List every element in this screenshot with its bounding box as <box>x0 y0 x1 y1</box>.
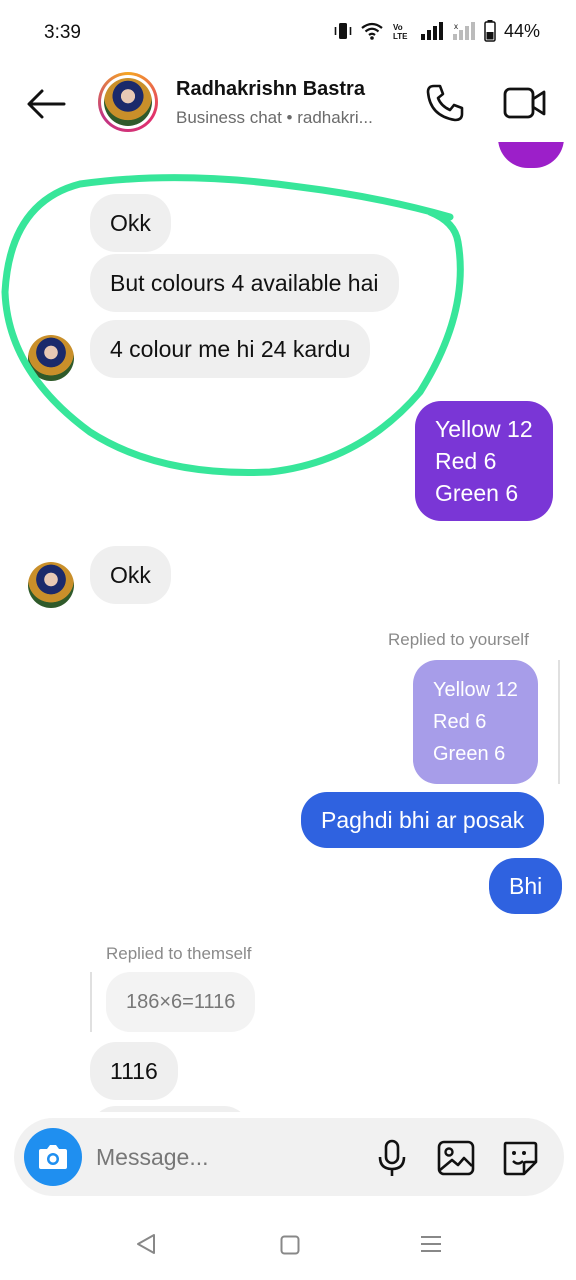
sticker-icon <box>503 1141 538 1176</box>
message-thread[interactable]: Okk But colours 4 available hai 4 colour… <box>0 142 576 1112</box>
voice-message-button[interactable] <box>374 1138 410 1178</box>
vibrate-icon <box>334 23 352 39</box>
video-call-button[interactable] <box>500 80 550 126</box>
quote-bar <box>90 972 92 1032</box>
status-icons: Vo LTE x 44% <box>334 20 540 42</box>
message-composer <box>14 1118 564 1196</box>
gallery-button[interactable] <box>436 1138 476 1178</box>
nav-menu-icon[interactable] <box>420 1234 442 1254</box>
partial-incoming-bubble <box>90 1106 250 1112</box>
video-icon <box>503 87 546 119</box>
outgoing-message[interactable]: Paghdi bhi ar posak <box>301 792 545 848</box>
contact-name[interactable]: Radhakrishn Bastra <box>176 78 365 101</box>
signal-icon <box>420 22 443 40</box>
battery-percent: 44% <box>503 20 540 41</box>
contact-subtitle: Business chat • radhakri... <box>176 108 373 127</box>
quoted-message[interactable]: 186×6=1116 <box>106 972 256 1032</box>
status-bar: 3:39 Vo LTE x 44% <box>0 0 576 66</box>
camera-button[interactable] <box>24 1128 82 1186</box>
message-input[interactable] <box>96 1140 356 1174</box>
nav-back-icon[interactable] <box>134 1232 158 1256</box>
mic-icon <box>378 1139 406 1176</box>
quoted-message[interactable]: Yellow 12 Red 6 Green 6 <box>413 660 538 784</box>
back-button[interactable] <box>24 84 68 124</box>
sticker-button[interactable] <box>500 1138 540 1178</box>
camera-icon <box>39 1145 67 1169</box>
svg-text:Vo: Vo <box>393 23 403 32</box>
gallery-icon <box>437 1140 475 1176</box>
volte-icon: Vo LTE <box>393 23 408 41</box>
reply-label: Replied to themself <box>106 944 252 963</box>
outgoing-message[interactable]: Bhi <box>489 858 563 914</box>
battery-icon <box>484 20 496 42</box>
audio-call-button[interactable] <box>422 80 468 126</box>
nav-home-icon[interactable] <box>280 1235 300 1255</box>
status-time: 3:39 <box>44 22 81 43</box>
incoming-message[interactable]: Okk <box>90 546 171 604</box>
quote-bar <box>558 660 560 784</box>
incoming-message[interactable]: 1116 <box>90 1042 178 1100</box>
back-arrow-icon <box>27 89 66 119</box>
sender-avatar[interactable] <box>28 562 74 608</box>
reply-label: Replied to yourself <box>388 630 529 649</box>
contact-avatar[interactable] <box>98 72 158 132</box>
wifi-icon <box>361 22 383 40</box>
avatar-image <box>104 78 152 126</box>
signal-weak-icon: x <box>452 22 475 40</box>
svg-text:x: x <box>454 22 458 31</box>
outgoing-message[interactable]: Yellow 12 Red 6 Green 6 <box>415 401 553 521</box>
svg-text:LTE: LTE <box>393 32 408 41</box>
system-nav-bar <box>0 1200 576 1280</box>
phone-icon <box>426 84 464 122</box>
chat-header: Radhakrishn Bastra Business chat • radha… <box>0 66 576 142</box>
